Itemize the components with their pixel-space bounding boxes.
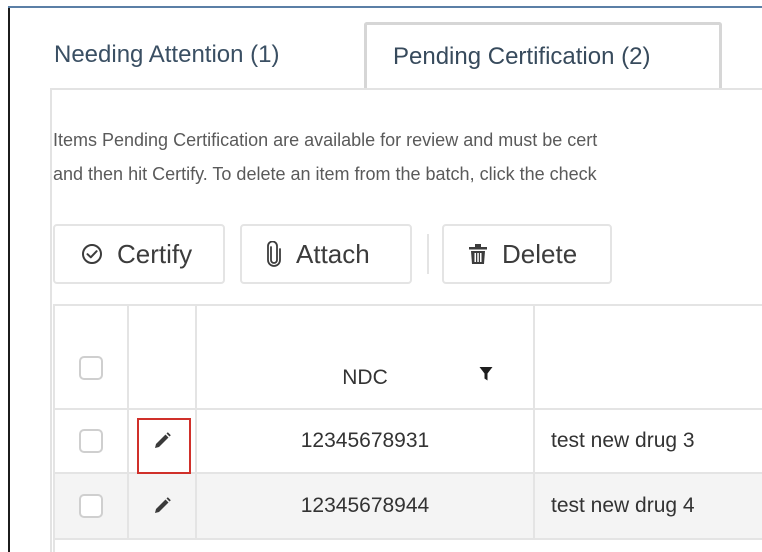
description-line: Items Pending Certification are availabl… (53, 130, 598, 150)
toolbar-divider (427, 234, 429, 274)
select-all-checkbox[interactable] (79, 356, 103, 380)
drug-name-cell: test new drug 4 (551, 494, 695, 517)
grid-header-row: NDC (55, 306, 762, 410)
tab-label: Needing Attention (1) (54, 41, 280, 68)
check-circle-icon (81, 243, 103, 265)
row-edit-cell (129, 474, 197, 538)
drug-name-cell: test new drug 3 (551, 429, 695, 452)
paperclip-icon (266, 241, 282, 267)
edit-focus-highlight (137, 418, 191, 474)
ndc-column-header: NDC (342, 366, 388, 389)
header-select-cell (55, 306, 129, 408)
window-left-border (8, 8, 10, 552)
row-checkbox[interactable] (79, 429, 103, 453)
certify-label: Certify (117, 238, 193, 269)
delete-button[interactable]: Delete (442, 224, 612, 284)
table-row[interactable]: 12345678944 test new drug 4 (55, 474, 762, 540)
description-line: and then hit Certify. To delete an item … (53, 164, 597, 184)
tab-label: Pending Certification (2) (393, 42, 651, 70)
pending-items-grid: NDC 12345678931 test new drug 3 12345678… (53, 304, 762, 552)
table-row[interactable]: 12345678931 test new drug 3 (55, 410, 762, 474)
row-select-cell (55, 410, 129, 472)
tab-pending-certification[interactable]: Pending Certification (2) (364, 22, 722, 88)
attach-button[interactable]: Attach (240, 224, 412, 284)
delete-label: Delete (502, 238, 578, 269)
attach-label: Attach (296, 238, 370, 269)
row-checkbox[interactable] (79, 494, 103, 518)
window-top-border (8, 6, 762, 8)
pencil-icon[interactable] (148, 492, 176, 520)
header-name-cell (535, 306, 762, 408)
trash-icon (468, 243, 488, 265)
row-select-cell (55, 474, 129, 538)
ndc-cell: 12345678944 (197, 474, 535, 538)
tab-needing-attention[interactable]: Needing Attention (1) (54, 22, 279, 88)
ndc-cell: 12345678931 (197, 410, 535, 472)
certify-button[interactable]: Certify (53, 224, 225, 284)
filter-icon[interactable] (479, 364, 493, 388)
header-ndc-cell[interactable]: NDC (197, 306, 535, 408)
header-edit-cell (129, 306, 197, 408)
